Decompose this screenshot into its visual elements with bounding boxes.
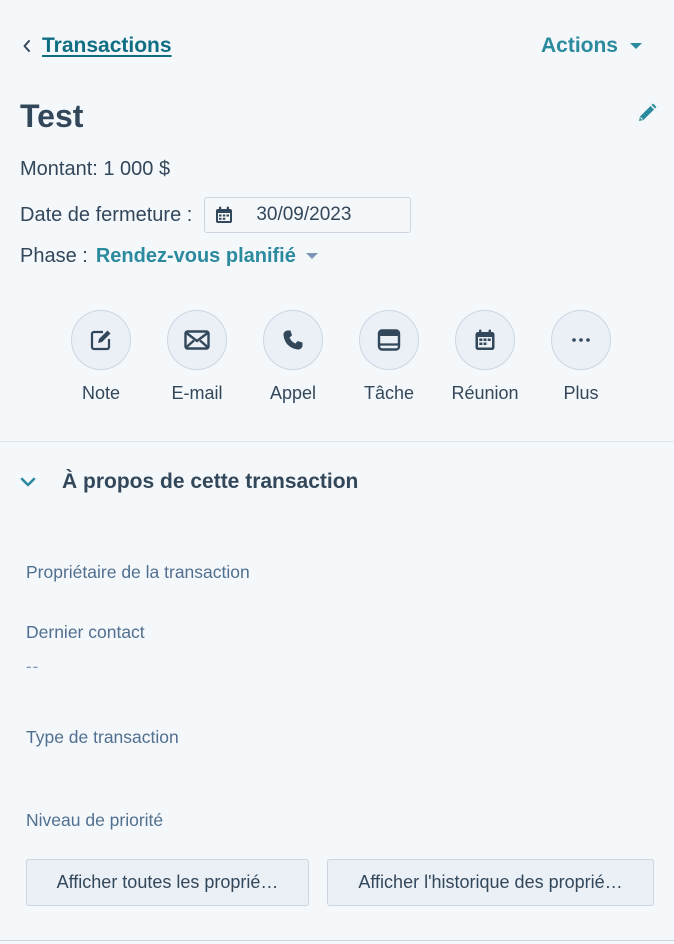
task-action-label: Tâche <box>363 383 415 403</box>
priority-label: Niveau de priorité <box>26 810 164 830</box>
record-sidebar: Transactions Actions Test Montant: 1 000… <box>0 0 674 944</box>
email-action-button[interactable]: E-mail <box>162 310 232 404</box>
amount-text: Montant: 1 000 $ <box>20 158 171 180</box>
phase-dropdown[interactable]: Rendez-vous planifié <box>96 245 296 268</box>
view-all-properties-button[interactable]: Afficher toutes les proprié… <box>26 859 309 906</box>
back-link-label: Transactions <box>42 34 172 57</box>
note-action-label: Note <box>81 383 121 403</box>
envelope-icon <box>167 310 227 370</box>
task-action-button[interactable]: Tâche <box>354 310 424 404</box>
email-action-label: E-mail <box>171 383 223 403</box>
more-action-button[interactable]: Plus <box>546 310 616 404</box>
call-action-button[interactable]: Appel <box>258 310 328 404</box>
more-dots-icon <box>551 310 611 370</box>
pencil-edit-icon[interactable] <box>636 102 660 126</box>
section-divider <box>0 441 674 442</box>
actions-label: Actions <box>540 34 618 57</box>
caret-down-icon[interactable] <box>305 253 318 259</box>
more-action-label: Plus <box>563 383 599 403</box>
record-topbar: Transactions Actions <box>20 30 650 62</box>
chevron-down-icon <box>20 474 36 490</box>
close-date-input[interactable]: 30/09/2023 <box>204 197 412 233</box>
quick-actions-bar: Note E-mail Appel Tâche Réunion Plus <box>66 310 616 410</box>
record-title: Test <box>20 98 84 134</box>
phone-icon <box>263 310 323 370</box>
chevron-left-icon <box>20 39 34 53</box>
note-action-button[interactable]: Note <box>66 310 136 404</box>
deal-type-label: Type de transaction <box>26 727 179 747</box>
calendar-meeting-icon <box>455 310 515 370</box>
calendar-icon <box>214 205 234 225</box>
task-icon <box>359 310 419 370</box>
caret-down-icon <box>630 43 642 49</box>
deal-owner-label: Propriétaire de la transaction <box>26 562 250 582</box>
close-date-label: Date de fermeture : <box>20 203 193 226</box>
last-contact-value[interactable]: -- <box>26 657 39 677</box>
bottom-divider <box>0 940 674 941</box>
close-date-value: 30/09/2023 <box>256 204 352 225</box>
meeting-action-button[interactable]: Réunion <box>450 310 520 404</box>
phase-label: Phase : <box>20 244 88 267</box>
back-to-transactions-link[interactable]: Transactions <box>20 30 172 62</box>
about-section-toggle[interactable]: À propos de cette transaction <box>20 466 358 498</box>
close-date-row: Date de fermeture : 30/09/2023 <box>20 197 412 233</box>
call-action-label: Appel <box>269 383 317 403</box>
last-contact-label: Dernier contact <box>26 622 145 642</box>
meeting-action-label: Réunion <box>451 383 519 403</box>
actions-dropdown[interactable]: Actions <box>541 30 642 62</box>
phase-row: Phase : Rendez-vous planifié <box>20 240 318 272</box>
view-property-history-button[interactable]: Afficher l'historique des proprié… <box>327 859 654 906</box>
about-section-title: À propos de cette transaction <box>62 470 359 493</box>
note-edit-icon <box>71 310 131 370</box>
